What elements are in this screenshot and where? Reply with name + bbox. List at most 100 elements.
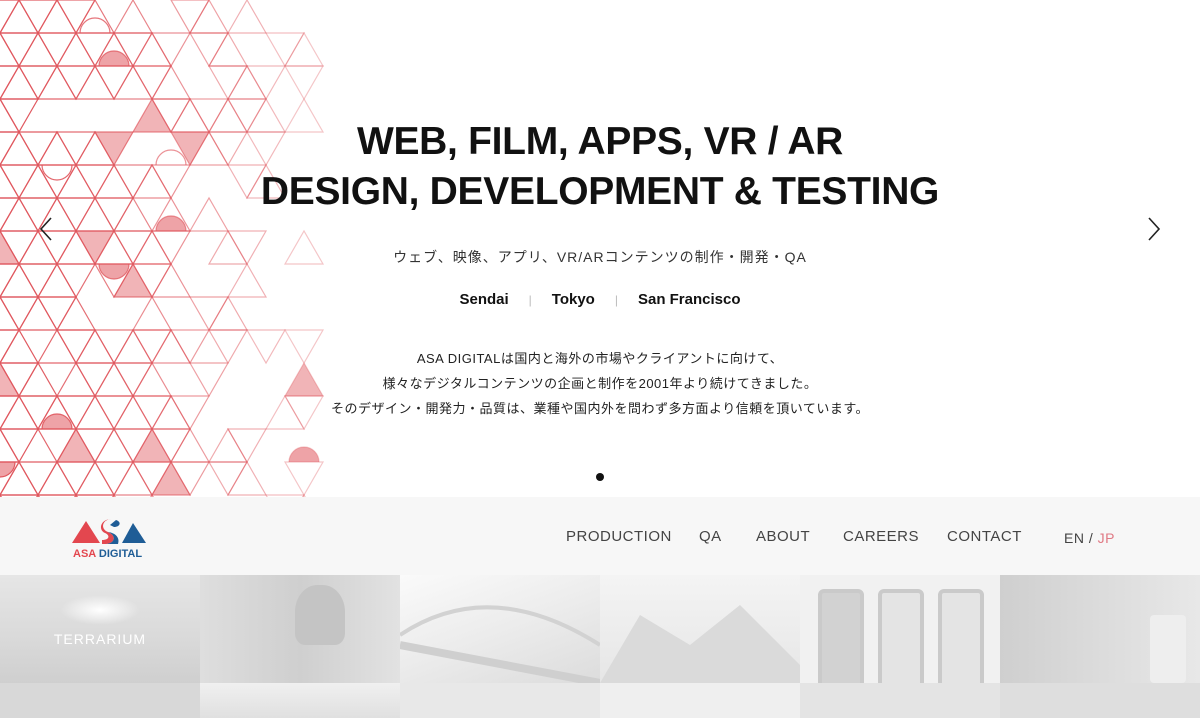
pattern-shape bbox=[17, 65, 59, 101]
city-sendai: Sendai bbox=[459, 291, 509, 308]
thumbnail-4[interactable] bbox=[600, 575, 800, 683]
thumbnail-12[interactable] bbox=[1000, 683, 1200, 718]
pattern-shape bbox=[74, 64, 116, 100]
nav-qa[interactable]: QA bbox=[699, 528, 722, 545]
thumbnail-terrarium[interactable]: TERRARIUM bbox=[0, 575, 200, 683]
pattern-shape bbox=[226, 64, 268, 100]
pattern-shape bbox=[74, 0, 116, 34]
pattern-shape bbox=[112, 0, 154, 34]
chevron-right-icon bbox=[1148, 217, 1161, 241]
pattern-shape bbox=[18, 0, 58, 35]
pattern-shape bbox=[55, 427, 97, 463]
pattern-shape bbox=[170, 0, 210, 35]
pattern-shape bbox=[169, 427, 211, 463]
pattern-shape bbox=[17, 31, 59, 67]
separator: | bbox=[528, 293, 532, 307]
slide-indicator-dot[interactable] bbox=[596, 473, 604, 481]
site-header: ASA DIGITAL PRODUCTION QA ABOUT CAREERS … bbox=[0, 497, 1200, 575]
headline-line-2: DESIGN, DEVELOPMENT & TESTING bbox=[260, 170, 940, 213]
pattern-shape bbox=[131, 65, 173, 101]
separator: | bbox=[614, 293, 618, 307]
pattern-shape bbox=[150, 460, 192, 496]
pattern-shape bbox=[93, 427, 135, 463]
pattern-shape bbox=[112, 460, 154, 496]
hero-description: ASA DIGITALは国内と海外の市場やクライアントに向けて、 様々なデジタル… bbox=[0, 346, 1200, 421]
svg-text:ASA DIGITAL: ASA DIGITAL bbox=[73, 548, 142, 560]
asa-digital-logo[interactable]: ASA DIGITAL bbox=[72, 511, 152, 561]
pattern-shape bbox=[55, 31, 97, 67]
thumbnail-9[interactable] bbox=[400, 683, 600, 718]
thumbnail-10[interactable] bbox=[600, 683, 800, 718]
pattern-shape bbox=[56, 0, 96, 35]
pattern-shape bbox=[0, 32, 40, 68]
pattern-shape bbox=[188, 0, 230, 34]
pattern-shape bbox=[207, 461, 249, 497]
nav-careers[interactable]: CAREERS bbox=[843, 528, 919, 545]
pattern-shape bbox=[74, 460, 116, 496]
nav-production[interactable]: PRODUCTION bbox=[566, 528, 672, 545]
thumbnail-7[interactable] bbox=[0, 683, 200, 718]
pattern-shape bbox=[150, 32, 192, 68]
pattern-shape bbox=[36, 0, 78, 34]
pattern-shape bbox=[0, 461, 16, 478]
nav-contact[interactable]: CONTACT bbox=[947, 528, 1022, 545]
next-slide-button[interactable] bbox=[1144, 214, 1164, 244]
pattern-shape bbox=[17, 461, 59, 497]
pattern-shape bbox=[207, 427, 249, 463]
thumbnail-2[interactable] bbox=[200, 575, 400, 683]
pattern-shape bbox=[264, 32, 306, 68]
pattern-shape bbox=[283, 65, 325, 101]
description-line: 様々なデジタルコンテンツの企画と制作を2001年より続けてきました。 bbox=[382, 376, 818, 391]
nav-about[interactable]: ABOUT bbox=[756, 528, 810, 545]
language-switcher: EN / JP bbox=[1064, 530, 1115, 546]
pattern-shape bbox=[131, 31, 173, 67]
pattern-shape bbox=[226, 460, 268, 496]
pattern-shape bbox=[150, 64, 192, 100]
pattern-shape bbox=[0, 0, 40, 34]
pattern-shape bbox=[283, 461, 325, 497]
terrarium-label: TERRARIUM bbox=[53, 631, 147, 647]
lang-separator: / bbox=[1088, 530, 1094, 546]
pattern-shape bbox=[283, 31, 325, 67]
pattern-shape bbox=[55, 461, 97, 497]
portfolio-thumbnails: TERRARIUM bbox=[0, 575, 1200, 718]
pattern-shape bbox=[245, 65, 287, 101]
lang-en[interactable]: EN bbox=[1064, 530, 1084, 546]
headline-line-1: WEB, FILM, APPS, VR / AR bbox=[356, 120, 844, 163]
pattern-shape bbox=[188, 32, 230, 68]
thumbnail-6[interactable] bbox=[1000, 575, 1200, 683]
thumbnail-11[interactable] bbox=[800, 683, 1000, 718]
pattern-shape bbox=[112, 64, 154, 100]
pattern-shape bbox=[207, 65, 249, 101]
description-line: そのデザイン・開発力・品質は、業種や国内外を問わず多方面より信頼を頂いています。 bbox=[330, 401, 870, 416]
hero-subtitle: ウェブ、映像、アプリ、VR/ARコンテンツの制作・開発・QA bbox=[393, 249, 807, 265]
pattern-shape bbox=[36, 460, 78, 496]
pattern-shape bbox=[36, 64, 78, 100]
thumbnail-8[interactable] bbox=[200, 683, 400, 718]
pattern-shape bbox=[93, 65, 135, 101]
thumbnail-3[interactable] bbox=[400, 575, 600, 683]
pattern-shape bbox=[93, 461, 135, 497]
prev-slide-button[interactable] bbox=[36, 214, 56, 244]
logo-mark: ASA DIGITAL bbox=[72, 519, 146, 560]
pattern-shape bbox=[55, 65, 97, 101]
pattern-shape bbox=[207, 31, 249, 67]
pattern-shape bbox=[226, 0, 268, 34]
pattern-shape bbox=[0, 428, 40, 464]
hero-slider: WEB, FILM, APPS, VR / AR DESIGN, DEVELOP… bbox=[0, 0, 1200, 497]
pattern-shape bbox=[79, 17, 111, 34]
pattern-shape bbox=[226, 428, 268, 464]
pattern-shape bbox=[155, 215, 187, 232]
pattern-shape bbox=[131, 427, 173, 463]
pattern-shape bbox=[0, 64, 40, 100]
pattern-shape bbox=[98, 50, 130, 67]
city-tokyo: Tokyo bbox=[551, 291, 595, 308]
lang-jp[interactable]: JP bbox=[1098, 530, 1115, 546]
city-san-francisco: San Francisco bbox=[637, 291, 741, 308]
city-list: Sendai | Tokyo | San Francisco bbox=[0, 291, 1200, 308]
pattern-shape bbox=[36, 32, 78, 68]
chevron-left-icon bbox=[39, 217, 52, 241]
thumbnail-apps[interactable] bbox=[800, 575, 1000, 683]
description-line: ASA DIGITALは国内と海外の市場やクライアントに向けて、 bbox=[416, 351, 784, 366]
pattern-shape bbox=[288, 446, 320, 463]
